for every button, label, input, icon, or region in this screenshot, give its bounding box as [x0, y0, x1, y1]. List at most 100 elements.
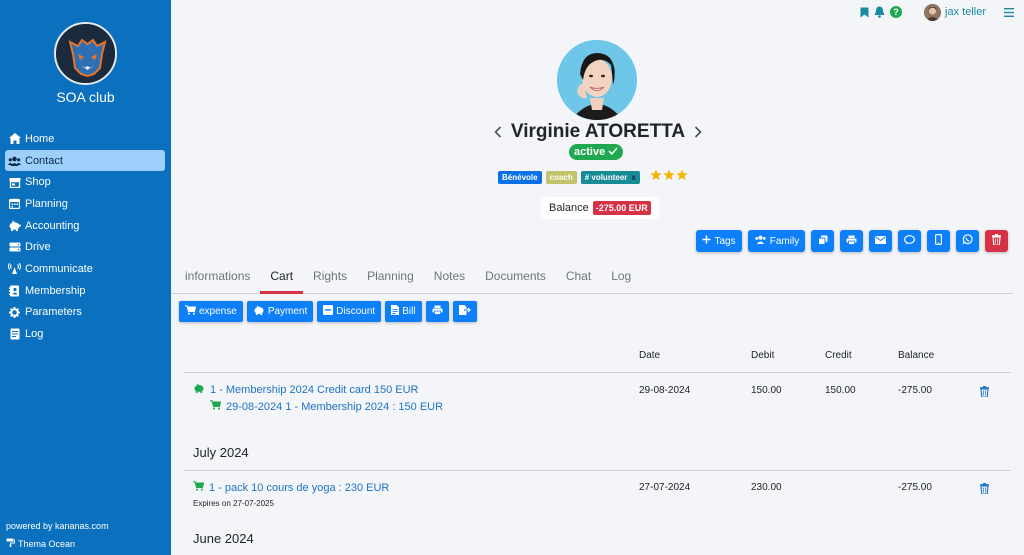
- column-header-debit[interactable]: Debit: [751, 350, 774, 361]
- cart-line-label: 1 - Membership 2024 Credit card 150 EUR: [210, 383, 419, 396]
- drive-icon: [8, 241, 21, 253]
- cell-date: 27-07-2024: [639, 482, 691, 493]
- sidebar-item-parameters[interactable]: Parameters: [5, 302, 165, 324]
- tag-volunteer[interactable]: # volunteer x: [580, 170, 640, 184]
- user-name[interactable]: jax teller: [945, 6, 986, 18]
- tag-benevole[interactable]: Bénévole: [498, 170, 542, 184]
- id-card-icon: [8, 285, 21, 297]
- tab-informations[interactable]: informations: [175, 258, 260, 293]
- sidebar-item-home[interactable]: Home: [5, 128, 165, 150]
- expiry-note: Expires on 27-07-2025: [193, 499, 274, 508]
- tab-cart[interactable]: Cart: [260, 258, 303, 294]
- bell-icon[interactable]: [874, 6, 885, 18]
- sidebar-item-communicate[interactable]: Communicate: [5, 258, 165, 280]
- discount-button[interactable]: Discount: [317, 301, 382, 322]
- sidebar-item-log[interactable]: Log: [5, 323, 165, 345]
- tab-rights[interactable]: Rights: [303, 258, 357, 293]
- help-icon[interactable]: ?: [890, 6, 903, 18]
- tab-chat[interactable]: Chat: [556, 258, 601, 293]
- log-icon: [8, 328, 21, 340]
- powered-by[interactable]: powered by kananas.com: [6, 521, 109, 531]
- piggy-bank-icon: [193, 383, 205, 396]
- users-icon: [8, 155, 21, 167]
- duplicate-button[interactable]: [811, 230, 834, 252]
- sidebar-nav: Home Contact Shop Planning Accounting Dr…: [5, 128, 165, 345]
- top-toolbar: ? jax teller: [855, 3, 1014, 21]
- previous-contact-chevron-icon[interactable]: [492, 126, 504, 138]
- month-heading: July 2024: [193, 445, 249, 460]
- hamburger-menu-icon[interactable]: [1004, 7, 1014, 17]
- cell-credit: 150.00: [825, 385, 856, 396]
- cart-icon: [193, 481, 205, 494]
- column-header-date[interactable]: Date: [639, 350, 660, 361]
- payment-button[interactable]: Payment: [246, 301, 314, 322]
- button-label: Tags: [714, 235, 736, 247]
- delete-line-trash-icon[interactable]: [980, 481, 989, 499]
- sidebar-item-label: Log: [25, 328, 44, 341]
- column-header-balance[interactable]: Balance: [898, 350, 934, 361]
- print-cart-button[interactable]: [425, 301, 449, 322]
- tab-notes[interactable]: Notes: [424, 258, 475, 293]
- delete-contact-button[interactable]: [985, 230, 1008, 252]
- expense-button[interactable]: expense: [179, 301, 243, 322]
- print-button[interactable]: [840, 230, 863, 252]
- tab-documents[interactable]: Documents: [475, 258, 556, 293]
- theme-label: Thema Ocean: [18, 538, 76, 549]
- home-icon: [8, 133, 21, 145]
- cart-icon: [185, 305, 197, 318]
- sidebar-item-label: Communicate: [25, 262, 93, 275]
- user-avatar[interactable]: [924, 3, 942, 21]
- cart-actions: expense Payment Discount Bill: [179, 301, 477, 322]
- chat-message-button[interactable]: [898, 230, 921, 252]
- cart-icon: [210, 400, 222, 413]
- club-logo[interactable]: [54, 22, 117, 85]
- email-button[interactable]: [869, 230, 892, 252]
- balance-summary: Balance -275.00 EUR: [541, 197, 659, 219]
- plus-icon: [702, 235, 711, 247]
- theme-selector[interactable]: Thema Ocean: [6, 538, 75, 549]
- sidebar-item-membership[interactable]: Membership: [5, 280, 165, 302]
- profile-photo[interactable]: [557, 40, 637, 120]
- minus-square-icon: [323, 305, 334, 318]
- next-contact-chevron-icon[interactable]: [692, 126, 704, 138]
- button-label: Discount: [336, 306, 376, 317]
- tag-coach[interactable]: coach: [545, 170, 577, 184]
- rating-stars[interactable]: [650, 168, 688, 186]
- sidebar-item-accounting[interactable]: Accounting: [5, 215, 165, 237]
- document-icon: [391, 305, 400, 318]
- cell-date: 29-08-2024: [639, 385, 691, 396]
- tags-row: Bénévole coach # volunteer x: [498, 168, 688, 186]
- paint-roller-icon: [6, 538, 15, 549]
- column-header-credit[interactable]: Credit: [825, 350, 852, 361]
- cart-line-title[interactable]: 1 - pack 10 cours de yoga : 230 EUR: [193, 481, 389, 494]
- check-icon: [608, 146, 618, 158]
- export-cart-button[interactable]: [452, 301, 477, 322]
- tab-planning[interactable]: Planning: [357, 258, 424, 293]
- status-badge[interactable]: active: [569, 144, 624, 160]
- sidebar-item-planning[interactable]: Planning: [5, 193, 165, 215]
- cell-debit: 230.00: [751, 482, 782, 493]
- print-icon: [432, 305, 443, 318]
- family-button[interactable]: Family: [748, 230, 805, 252]
- status-label: active: [574, 146, 606, 158]
- tab-log[interactable]: Log: [601, 258, 641, 293]
- cell-debit: 150.00: [751, 385, 782, 396]
- sidebar-item-shop[interactable]: Shop: [5, 171, 165, 193]
- sidebar-item-label: Parameters: [25, 306, 82, 319]
- bill-button[interactable]: Bill: [385, 301, 422, 322]
- sidebar-item-drive[interactable]: Drive: [5, 236, 165, 258]
- whatsapp-button[interactable]: [956, 230, 979, 252]
- delete-line-trash-icon[interactable]: [980, 384, 989, 402]
- store-icon: [8, 176, 21, 188]
- mobile-phone-icon: [935, 234, 943, 248]
- sidebar: SOA club Home Contact Shop Planning Acco…: [0, 0, 171, 555]
- sidebar-item-label: Shop: [25, 176, 51, 189]
- cart-line-subtitle[interactable]: 29-08-2024 1 - Membership 2024 : 150 EUR: [210, 400, 443, 413]
- star-icon: [663, 168, 675, 186]
- cart-line-title[interactable]: 1 - Membership 2024 Credit card 150 EUR: [193, 383, 418, 396]
- add-tags-button[interactable]: Tags: [696, 230, 742, 252]
- bookmark-icon[interactable]: [860, 7, 869, 18]
- sms-button[interactable]: [927, 230, 950, 252]
- sidebar-item-contact[interactable]: Contact: [5, 149, 165, 172]
- remove-tag-icon[interactable]: x: [631, 173, 635, 182]
